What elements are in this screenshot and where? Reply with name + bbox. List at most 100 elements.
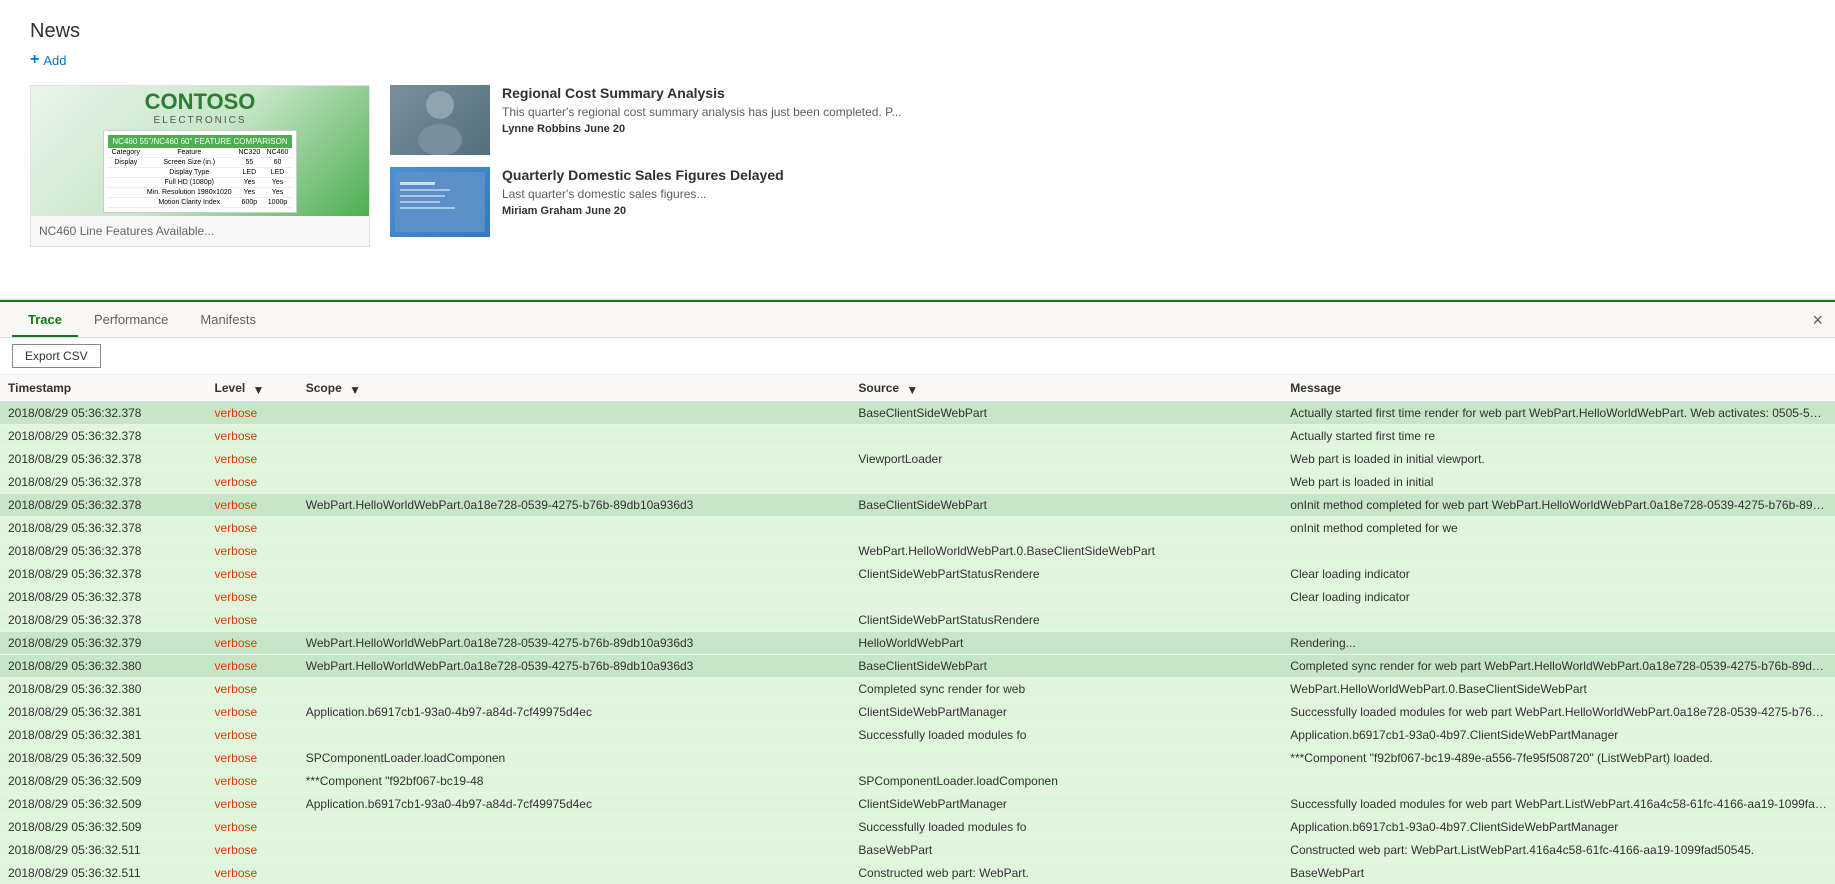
table-row: 2018/08/29 05:36:32.378verboseClear load…	[0, 586, 1835, 609]
table-cell-0-2	[298, 402, 851, 425]
col-timestamp: Timestamp	[0, 375, 207, 402]
news-image-2	[390, 167, 490, 237]
export-csv-button[interactable]: Export CSV	[12, 344, 101, 368]
table-cell-6-3: WebPart.HelloWorldWebPart.0.BaseClientSi…	[850, 540, 1282, 563]
table-cell-8-4: Clear loading indicator	[1282, 586, 1835, 609]
news-item-2[interactable]: Quarterly Domestic Sales Figures Delayed…	[390, 167, 1805, 237]
contoso-logo: CONTOSO ELECTRONICS NC460 55"/NC460 60" …	[103, 89, 296, 213]
table-cell-6-1: verbose	[207, 540, 298, 563]
trace-table-container[interactable]: Timestamp Level ▼ Scope ▼ Source ▼	[0, 375, 1835, 884]
table-cell-4-0: 2018/08/29 05:36:32.378	[0, 494, 207, 517]
news-card-large[interactable]: CONTOSO ELECTRONICS NC460 55"/NC460 60" …	[30, 85, 370, 247]
table-cell-2-1: verbose	[207, 448, 298, 471]
table-cell-6-2	[298, 540, 851, 563]
news-card-caption: NC460 Line Features Available...	[31, 216, 369, 246]
news-title-2: Quarterly Domestic Sales Figures Delayed	[502, 167, 784, 183]
table-cell-9-0: 2018/08/29 05:36:32.378	[0, 609, 207, 632]
table-cell-2-3: ViewportLoader	[850, 448, 1282, 471]
table-cell-3-2	[298, 471, 851, 494]
table-row: 2018/08/29 05:36:32.378verboseonInit met…	[0, 517, 1835, 540]
table-cell-18-0: 2018/08/29 05:36:32.509	[0, 816, 207, 839]
table-cell-16-0: 2018/08/29 05:36:32.509	[0, 770, 207, 793]
table-cell-12-4: WebPart.HelloWorldWebPart.0.BaseClientSi…	[1282, 678, 1835, 701]
table-cell-7-1: verbose	[207, 563, 298, 586]
table-header: NC460 55"/NC460 60" FEATURE COMPARISON	[108, 135, 291, 148]
table-row: 2018/08/29 05:36:32.509verbose***Compone…	[0, 770, 1835, 793]
table-cell-11-0: 2018/08/29 05:36:32.380	[0, 655, 207, 678]
table-row: 2018/08/29 05:36:32.380verbose Completed …	[0, 678, 1835, 701]
table-cell-1-4: Actually started first time re	[1282, 425, 1835, 448]
table-cell-13-4: Successfully loaded modules for web part…	[1282, 701, 1835, 724]
table-cell-11-4: Completed sync render for web part WebPa…	[1282, 655, 1835, 678]
table-cell-1-3	[850, 425, 1282, 448]
table-row: 2018/08/29 05:36:32.511verboseBaseWebPar…	[0, 839, 1835, 862]
table-cell-13-1: verbose	[207, 701, 298, 724]
news-content-1: Regional Cost Summary Analysis This quar…	[502, 85, 902, 135]
table-row: 2018/08/29 05:36:32.509verboseSPComponen…	[0, 747, 1835, 770]
sharepoint-area: News + Add CONTOSO ELECTRONICS NC460 55"…	[0, 0, 1835, 300]
news-title-1: Regional Cost Summary Analysis	[502, 85, 902, 101]
table-cell-3-1: verbose	[207, 471, 298, 494]
scope-filter-icon[interactable]: ▼	[349, 383, 361, 395]
table-cell-19-4: Constructed web part: WebPart.ListWebPar…	[1282, 839, 1835, 862]
level-filter-icon[interactable]: ▼	[253, 383, 265, 395]
news-card-image: CONTOSO ELECTRONICS NC460 55"/NC460 60" …	[31, 86, 369, 216]
news-item-1[interactable]: Regional Cost Summary Analysis This quar…	[390, 85, 1805, 155]
table-cell-18-4: Application.b6917cb1-93a0-4b97.ClientSid…	[1282, 816, 1835, 839]
news-author-1: Lynne Robbins	[502, 123, 581, 135]
table-cell-10-4: Rendering...	[1282, 632, 1835, 655]
table-cell-0-4: Actually started first time render for w…	[1282, 402, 1835, 425]
table-cell-12-0: 2018/08/29 05:36:32.380	[0, 678, 207, 701]
table-row: 2018/08/29 05:36:32.381verboseApplicatio…	[0, 701, 1835, 724]
debug-panel: Trace Performance Manifests × Export CSV…	[0, 300, 1835, 884]
plus-icon: +	[30, 51, 39, 69]
tab-manifests[interactable]: Manifests	[184, 304, 272, 337]
table-cell-11-3: BaseClientSideWebPart	[850, 655, 1282, 678]
news-content-2: Quarterly Domestic Sales Figures Delayed…	[502, 167, 784, 217]
table-cell-5-3	[850, 517, 1282, 540]
col-level: Level ▼	[207, 375, 298, 402]
tab-performance[interactable]: Performance	[78, 304, 184, 337]
table-cell-8-1: verbose	[207, 586, 298, 609]
col-source: Source ▼	[850, 375, 1282, 402]
table-cell-16-3: SPComponentLoader.loadComponen	[850, 770, 1282, 793]
table-cell-16-1: verbose	[207, 770, 298, 793]
table-cell-14-1: verbose	[207, 724, 298, 747]
table-cell-17-2: Application.b6917cb1-93a0-4b97-a84d-7cf4…	[298, 793, 851, 816]
close-button[interactable]: ×	[1812, 311, 1823, 329]
table-cell-9-4	[1282, 609, 1835, 632]
table-row: 2018/08/29 05:36:32.378verboseWebPart.He…	[0, 540, 1835, 563]
log-table: Timestamp Level ▼ Scope ▼ Source ▼	[0, 375, 1835, 884]
table-cell-12-3: Completed sync render for web	[850, 678, 1282, 701]
table-cell-15-1: verbose	[207, 747, 298, 770]
table-cell-15-2: SPComponentLoader.loadComponen	[298, 747, 851, 770]
table-cell-20-1: verbose	[207, 862, 298, 884]
add-button[interactable]: + Add	[30, 51, 1805, 69]
news-author-2: Miriam Graham	[502, 205, 582, 217]
table-cell-10-2: WebPart.HelloWorldWebPart.0a18e728-0539-…	[298, 632, 851, 655]
table-row: 2018/08/29 05:36:32.378verboseWeb part i…	[0, 471, 1835, 494]
table-row: 2018/08/29 05:36:32.378verboseClientSide…	[0, 609, 1835, 632]
table-row: 2018/08/29 05:36:32.378verbose ViewportLo…	[0, 448, 1835, 471]
table-cell-0-3: BaseClientSideWebPart	[850, 402, 1282, 425]
table-cell-12-1: verbose	[207, 678, 298, 701]
tab-trace[interactable]: Trace	[12, 304, 78, 337]
news-summary-1: This quarter's regional cost summary ana…	[502, 105, 902, 119]
table-cell-19-2	[298, 839, 851, 862]
table-row: 2018/08/29 05:36:32.378verboseWebPart.He…	[0, 494, 1835, 517]
news-meta-1: Lynne Robbins June 20	[502, 123, 902, 135]
table-cell-19-0: 2018/08/29 05:36:32.511	[0, 839, 207, 862]
table-cell-3-4: Web part is loaded in initial	[1282, 471, 1835, 494]
news-image-1	[390, 85, 490, 155]
debug-tabs-bar: Trace Performance Manifests ×	[0, 302, 1835, 338]
table-cell-13-2: Application.b6917cb1-93a0-4b97-a84d-7cf4…	[298, 701, 851, 724]
source-filter-icon[interactable]: ▼	[906, 383, 918, 395]
table-cell-5-4: onInit method completed for we	[1282, 517, 1835, 540]
table-cell-18-3: Successfully loaded modules fo	[850, 816, 1282, 839]
table-cell-2-0: 2018/08/29 05:36:32.378	[0, 448, 207, 471]
table-cell-16-4	[1282, 770, 1835, 793]
table-row: 2018/08/29 05:36:32.380verboseWebPart.He…	[0, 655, 1835, 678]
table-cell-8-2	[298, 586, 851, 609]
table-cell-9-1: verbose	[207, 609, 298, 632]
table-cell-14-4: Application.b6917cb1-93a0-4b97.ClientSid…	[1282, 724, 1835, 747]
